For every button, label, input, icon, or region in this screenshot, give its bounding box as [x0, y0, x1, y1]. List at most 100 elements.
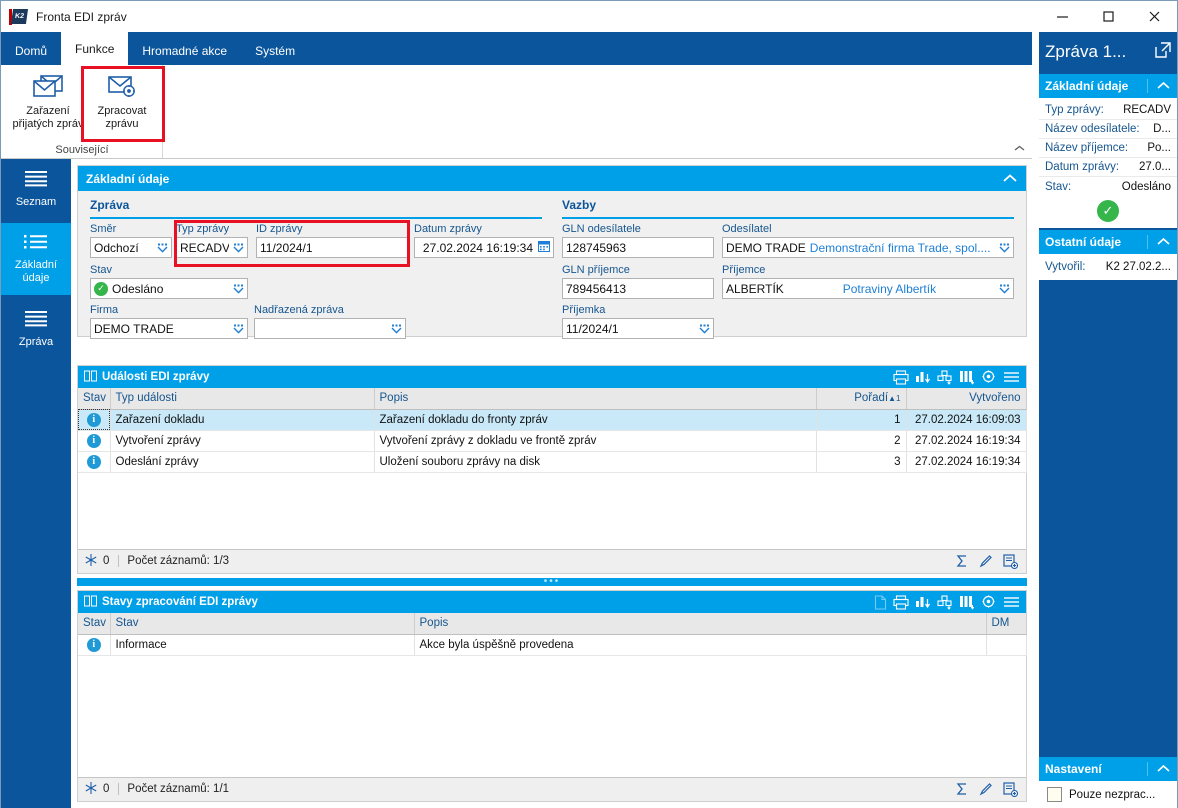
field-label: ID zprávy: [256, 223, 303, 235]
chevron-down-icon[interactable]: [229, 324, 244, 334]
field-label: Firma: [90, 304, 119, 316]
document-icon[interactable]: [874, 594, 887, 610]
field-input[interactable]: ✓ Odesláno: [90, 278, 248, 299]
table-row[interactable]: i Informace Akce byla úspěšně provedena: [78, 634, 1027, 656]
column-header-stav[interactable]: Stav: [110, 613, 415, 635]
print-icon[interactable]: [893, 369, 909, 385]
chevron-down-icon[interactable]: [995, 284, 1010, 294]
tab-funkce[interactable]: Funkce: [61, 32, 129, 65]
field-label: GLN příjemce: [562, 264, 630, 276]
chevron-down-icon[interactable]: [229, 284, 244, 294]
field-input[interactable]: 27.02.2024 16:19:34: [414, 237, 554, 258]
print-icon[interactable]: [893, 594, 909, 610]
chevron-up-icon[interactable]: [1147, 235, 1177, 249]
ribbon-body: Zařazení přijatých zpráv Zpracovat zpráv…: [1, 65, 1032, 159]
chevron-down-icon[interactable]: [995, 243, 1010, 253]
snowflake-icon[interactable]: [84, 553, 98, 570]
menu-icon[interactable]: [1003, 370, 1020, 384]
table-row[interactable]: i Zařazení dokladu Zařazení dokladu do f…: [78, 409, 1027, 431]
snowflake-icon[interactable]: [84, 781, 98, 798]
field-input[interactable]: 789456413: [562, 278, 714, 299]
sidebar-item-zprava[interactable]: Zpráva: [1, 299, 71, 359]
cell-stav: Informace: [110, 634, 415, 656]
minimize-icon[interactable]: [1039, 1, 1085, 32]
panel-body: Zpráva Směr Odchozí Typ zprávy RECADV ID…: [78, 191, 1026, 339]
column-header-stav[interactable]: Stav: [78, 388, 111, 410]
tab-hromadne-akce[interactable]: Hromadné akce: [128, 36, 241, 65]
grid-stavy-zpracovani-edi-zpravy: Stavy zpracování EDI zprávy Stav Stav Po…: [77, 590, 1027, 802]
column-header-dm[interactable]: DM: [986, 613, 1027, 635]
sidebar-section-header-nastaveni[interactable]: Nastavení: [1039, 757, 1177, 781]
column-header-stav-icon[interactable]: Stav: [78, 613, 111, 635]
maximize-icon[interactable]: [1085, 1, 1131, 32]
cube-export-icon[interactable]: [937, 594, 953, 610]
columns-icon[interactable]: [959, 370, 975, 385]
checkbox-input[interactable]: [1047, 787, 1062, 802]
sum-icon[interactable]: [955, 554, 969, 568]
columns-icon[interactable]: [959, 595, 975, 610]
menu-icon[interactable]: [1003, 595, 1020, 609]
field-input[interactable]: ALBERTÍK Potraviny Albertík: [722, 278, 1014, 299]
cube-export-icon[interactable]: [937, 369, 953, 385]
add-record-icon[interactable]: [1003, 781, 1018, 797]
calendar-icon[interactable]: [533, 240, 550, 255]
sidebar-item-seznam[interactable]: Seznam: [1, 159, 71, 219]
sidebar-row: Stav: Odesláno: [1039, 177, 1177, 196]
sidebar-section-header-ostatni-udaje[interactable]: Ostatní údaje: [1039, 230, 1177, 254]
open-external-icon[interactable]: [1155, 41, 1171, 63]
table-row[interactable]: i Odeslání zprávy Uložení souboru zprávy…: [78, 451, 1027, 473]
list-icon: [23, 170, 49, 191]
cell-poradi: 2: [816, 430, 907, 452]
tab-domu[interactable]: Domů: [1, 36, 61, 65]
edit-icon[interactable]: [979, 782, 993, 796]
checkbox-row-pouze-nezpracovane[interactable]: Pouze nezprac...: [1039, 781, 1177, 808]
sidebar-row-value: RECADV: [1123, 104, 1171, 116]
field-input[interactable]: [254, 318, 406, 339]
tab-system[interactable]: Systém: [241, 36, 309, 65]
ribbon-collapse-icon[interactable]: [1013, 144, 1026, 156]
field-input[interactable]: RECADV: [176, 237, 248, 258]
field-input[interactable]: 11/2024/1: [256, 237, 408, 258]
sidebar-row-key: Název odesílatele:: [1045, 123, 1140, 135]
column-header-poradi[interactable]: Pořadí▲1: [816, 388, 907, 410]
sidebar-row-key: Stav:: [1045, 180, 1072, 193]
field-input[interactable]: 128745963: [562, 237, 714, 258]
chevron-down-icon[interactable]: [229, 243, 244, 253]
gear-icon[interactable]: [981, 369, 997, 385]
sidebar-section-header-zakladni-udaje[interactable]: Základní údaje: [1039, 74, 1177, 98]
gear-icon[interactable]: [981, 594, 997, 610]
column-header-popis[interactable]: Popis: [414, 613, 987, 635]
add-record-icon[interactable]: [1003, 553, 1018, 569]
edit-icon[interactable]: [979, 554, 993, 568]
splitter-handle[interactable]: •••: [77, 577, 1027, 587]
field-input[interactable]: 11/2024/1: [562, 318, 714, 339]
table-row[interactable]: i Vytvoření zprávy Vytvoření zprávy z do…: [78, 430, 1027, 452]
field-input[interactable]: DEMO TRADE: [90, 318, 248, 339]
close-icon[interactable]: [1131, 1, 1177, 32]
cell-poradi: 3: [816, 451, 907, 473]
sidebar-item-zakladni-udaje[interactable]: Základní údaje: [1, 223, 71, 295]
field-input[interactable]: DEMO TRADE Demonstrační firma Trade, spo…: [722, 237, 1014, 258]
chevron-down-icon[interactable]: [387, 324, 402, 334]
field-value: 11/2024/1: [566, 321, 619, 336]
chevron-up-icon[interactable]: [1002, 172, 1018, 186]
field-input[interactable]: Odchozí: [90, 237, 172, 258]
column-header-popis[interactable]: Popis: [374, 388, 817, 410]
field-value-secondary: Demonstrační firma Trade, spol....: [809, 240, 991, 255]
field-datum-zpravy: Datum zprávy 27.02.2024 16:19:34: [414, 223, 554, 258]
sum-icon[interactable]: [955, 782, 969, 796]
chevron-up-icon[interactable]: [1147, 79, 1177, 93]
column-header-vytvoreno[interactable]: Vytvořeno: [906, 388, 1027, 410]
sidebar-status-row: ✓: [1039, 196, 1177, 224]
states-table: Stav Stav Popis DM i Informace Akce byla…: [78, 613, 1027, 656]
ribbon-button-zarazeni-prijatych-zprav[interactable]: Zařazení přijatých zpráv: [11, 69, 85, 137]
chevron-up-icon[interactable]: [1147, 762, 1177, 776]
chevron-down-icon[interactable]: [695, 324, 710, 334]
ribbon-button-zpracovat-zpravu[interactable]: Zpracovat zprávu: [85, 69, 159, 137]
column-header-typ-udalosti[interactable]: Typ události: [110, 388, 375, 410]
sidebar-section-body-zakladni-udaje: Typ zprávy: RECADV Název odesílatele: D.…: [1039, 98, 1177, 228]
chart-export-icon[interactable]: [915, 370, 931, 385]
chevron-down-icon[interactable]: [153, 243, 168, 253]
chart-export-icon[interactable]: [915, 595, 931, 610]
info-icon: i: [86, 433, 101, 448]
